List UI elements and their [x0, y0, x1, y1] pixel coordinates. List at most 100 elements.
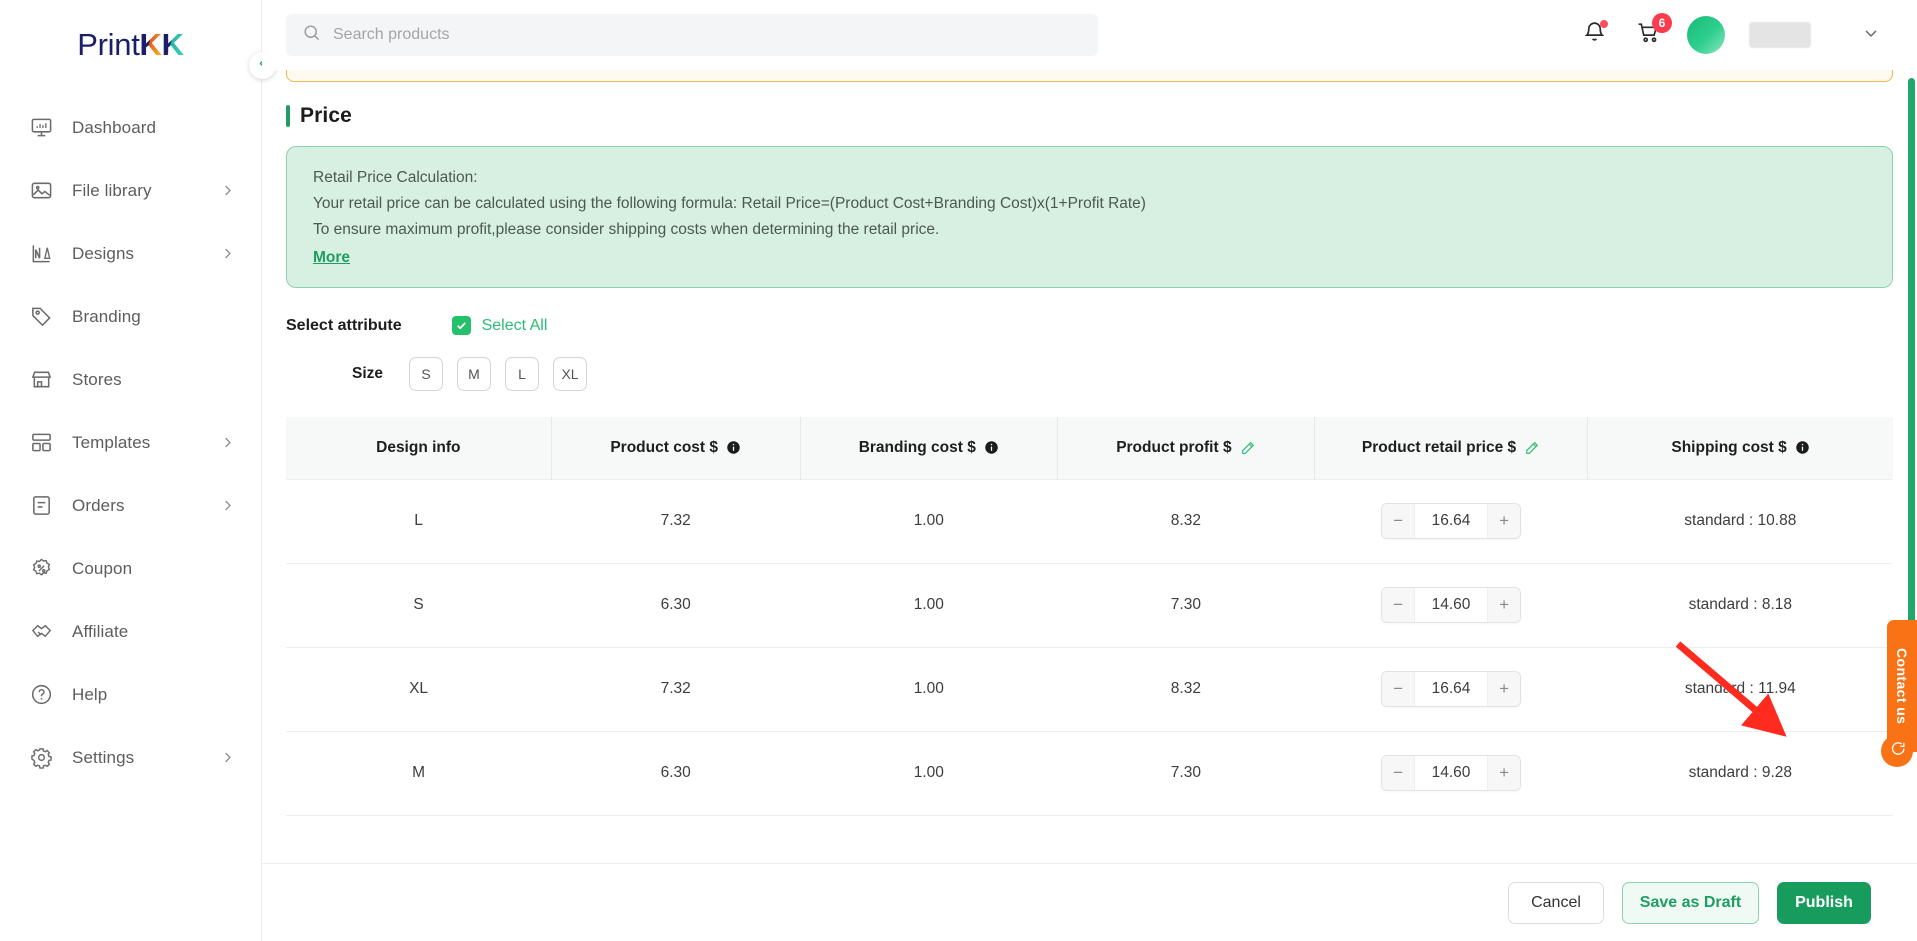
main-area: 6 Price: [262, 0, 1917, 941]
sidebar-item-label: Dashboard: [72, 117, 157, 137]
sidebar-item-dashboard[interactable]: Dashboard: [0, 96, 261, 159]
stepper-increment-button[interactable]: +: [1488, 588, 1521, 622]
retail-price-value[interactable]: 14.60: [1414, 756, 1489, 790]
sidebar-item-branding[interactable]: Branding: [0, 285, 261, 348]
logo-text-print: Print: [77, 26, 140, 62]
info-icon[interactable]: [1795, 440, 1810, 455]
search-bar[interactable]: [286, 14, 1098, 56]
sidebar: PrintKK Dashboard File library Designs B…: [0, 0, 276, 941]
shipping-cost-value: standard : 11.94: [1684, 680, 1796, 697]
sidebar-item-label: File library: [72, 180, 152, 200]
cell-product-cost: 6.30: [551, 563, 801, 648]
retail-price-stepper[interactable]: − 16.64 +: [1381, 503, 1522, 539]
publish-button[interactable]: Publish: [1777, 881, 1871, 924]
size-option-l[interactable]: L: [505, 357, 540, 391]
sidebar-item-settings[interactable]: Settings: [0, 726, 261, 789]
vertical-scrollbar[interactable]: [1908, 78, 1915, 698]
chevron-down-icon: [1861, 23, 1881, 48]
sidebar-item-label: Settings: [72, 747, 135, 767]
column-label: Product profit $: [1116, 438, 1232, 456]
info-icon[interactable]: [984, 440, 999, 455]
brand-logo[interactable]: PrintKK: [0, 0, 261, 88]
retail-price-value[interactable]: 14.60: [1414, 588, 1489, 622]
notifications-button[interactable]: [1579, 20, 1609, 50]
column-shipping-cost: Shipping cost $: [1587, 417, 1893, 479]
edit-icon[interactable]: [1524, 440, 1540, 456]
user-menu-button[interactable]: [1861, 23, 1881, 48]
search-icon: [302, 23, 321, 47]
retail-price-stepper[interactable]: − 14.60 +: [1381, 755, 1522, 791]
more-link[interactable]: More: [313, 249, 350, 267]
sidebar-item-templates[interactable]: Templates: [0, 411, 261, 474]
sidebar-item-help[interactable]: Help: [0, 663, 261, 726]
cancel-button[interactable]: Cancel: [1508, 881, 1604, 924]
edit-icon[interactable]: [1240, 440, 1256, 456]
table-row: S 6.30 1.00 7.30 − 14.60 + standard: 8.…: [286, 563, 1893, 648]
cell-branding-cost: 1.00: [800, 731, 1058, 816]
sidebar-item-label: Coupon: [72, 558, 133, 578]
column-label: Branding cost $: [858, 438, 976, 456]
size-option-xl[interactable]: XL: [553, 357, 588, 391]
stepper-decrement-button[interactable]: −: [1382, 588, 1415, 622]
contact-chat-button[interactable]: [1881, 735, 1913, 767]
image-icon: [28, 178, 54, 204]
cell-product-cost: 7.32: [551, 647, 801, 732]
sidebar-item-label: Templates: [72, 432, 151, 452]
table-body: L 7.32 1.00 8.32 − 16.64 + standard: 10…: [286, 478, 1893, 816]
select-all-checkbox[interactable]: Select All: [451, 316, 548, 335]
cell-shipping-cost: standard : 10.88: [1587, 478, 1893, 564]
sidebar-item-coupon[interactable]: Coupon: [0, 537, 261, 600]
cell-branding-cost: 1.00: [800, 647, 1058, 732]
info-icon[interactable]: [726, 440, 741, 455]
info-line-1: Retail Price Calculation:: [313, 169, 478, 186]
cell-branding-cost: 1.00: [800, 563, 1058, 648]
sidebar-item-label: Orders: [72, 495, 125, 515]
info-line-3: To ensure maximum profit,please consider…: [313, 221, 940, 238]
avatar[interactable]: [1687, 16, 1725, 54]
search-input[interactable]: [333, 26, 1082, 44]
cell-product-cost: 7.32: [551, 478, 801, 564]
cell-design-info: L: [286, 478, 552, 564]
sidebar-item-orders[interactable]: Orders: [0, 474, 261, 537]
table-row: XL 7.32 1.00 8.32 − 16.64 + standard: 1…: [286, 647, 1893, 732]
stepper-decrement-button[interactable]: −: [1382, 756, 1415, 790]
cell-design-info: M: [286, 731, 552, 816]
cell-product-retail-price: − 14.60 +: [1314, 731, 1588, 816]
column-label: Product retail price $: [1361, 438, 1517, 456]
stepper-increment-button[interactable]: +: [1488, 504, 1521, 538]
save-draft-button[interactable]: Save as Draft: [1622, 881, 1759, 924]
stepper-decrement-button[interactable]: −: [1382, 672, 1415, 706]
stepper-decrement-button[interactable]: −: [1382, 504, 1415, 538]
contact-us-tab[interactable]: Contact us: [1887, 620, 1917, 752]
cell-branding-cost: 1.00: [800, 478, 1058, 564]
cart-button[interactable]: 6: [1633, 13, 1672, 50]
retail-price-value[interactable]: 16.64: [1414, 672, 1489, 706]
stepper-increment-button[interactable]: +: [1488, 672, 1521, 706]
price-variants-table: Design info Product cost $ Branding cost…: [286, 417, 1893, 816]
cell-design-info: XL: [286, 647, 552, 732]
retail-price-stepper[interactable]: − 16.64 +: [1381, 671, 1522, 707]
sidebar-item-label: Designs: [72, 243, 135, 263]
size-option-s[interactable]: S: [409, 357, 444, 391]
retail-price-stepper[interactable]: − 14.60 +: [1381, 587, 1522, 623]
checkmark-icon: [451, 316, 471, 335]
header-actions: 6: [1579, 13, 1881, 54]
chevron-right-icon: [220, 183, 235, 198]
cell-shipping-cost: standard : 11.94: [1587, 647, 1893, 732]
notification-dot-badge: [1600, 20, 1608, 28]
logo-text-k2: K: [161, 26, 184, 62]
logo-text-k1: K: [139, 26, 162, 62]
sidebar-item-file-library[interactable]: File library: [0, 159, 261, 222]
info-line-2: Your retail price can be calculated usin…: [313, 195, 1146, 212]
sidebar-item-designs[interactable]: Designs: [0, 222, 261, 285]
select-all-label: Select All: [481, 316, 548, 334]
cell-product-profit: 7.30: [1057, 563, 1315, 648]
sidebar-item-affiliate[interactable]: Affiliate: [0, 600, 261, 663]
stepper-increment-button[interactable]: +: [1488, 756, 1521, 790]
size-option-m[interactable]: M: [457, 357, 492, 391]
sidebar-item-stores[interactable]: Stores: [0, 348, 261, 411]
sidebar-item-label: Stores: [72, 369, 122, 389]
orders-icon: [28, 493, 54, 519]
retail-price-value[interactable]: 16.64: [1414, 504, 1489, 538]
chevron-right-icon: [220, 750, 235, 765]
